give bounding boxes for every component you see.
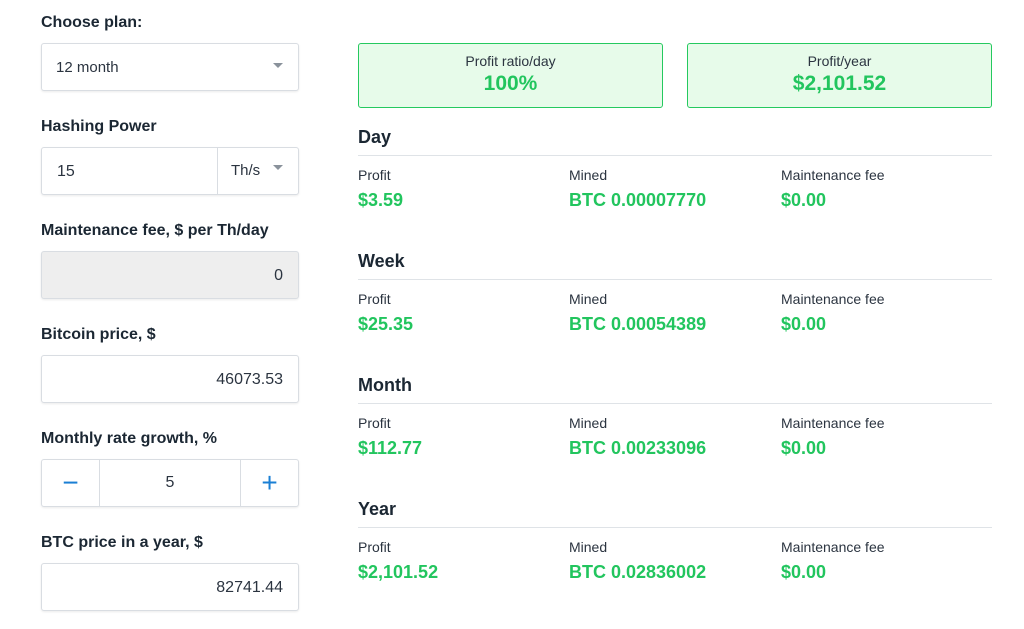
maintenance-fee-value: 0	[274, 267, 283, 284]
year-fee-value: $0.00	[781, 562, 827, 582]
hashing-label: Hashing Power	[41, 118, 157, 135]
profit-year-label: Profit/year	[807, 53, 872, 69]
profit-label: Profit	[358, 167, 391, 183]
bitcoin-price-input[interactable]: 46073.53	[41, 355, 299, 403]
decrement-button[interactable]: −	[42, 460, 100, 506]
fee-label: Maintenance fee	[781, 415, 885, 431]
year-mined-value: BTC 0.02836002	[569, 562, 707, 582]
fee-label: Maintenance fee	[781, 539, 885, 555]
profit-ratio-card: Profit ratio/day 100%	[358, 43, 663, 108]
day-profit-value: $3.59	[358, 190, 404, 210]
chevron-down-icon	[273, 165, 283, 170]
divider	[358, 279, 992, 280]
period-title-year: Year	[358, 499, 397, 519]
profit-year-card: Profit/year $2,101.52	[687, 43, 992, 108]
divider	[358, 527, 992, 528]
hashing-power-input[interactable]: 15	[57, 163, 75, 181]
mined-label: Mined	[569, 291, 608, 307]
period-title-day: Day	[358, 127, 392, 147]
plan-select-value: 12 month	[56, 59, 119, 76]
growth-input[interactable]: 5	[100, 474, 240, 492]
maintenance-label: Maintenance fee, $ per Th/day	[41, 222, 269, 239]
day-mined-value: BTC 0.00007770	[569, 190, 707, 210]
week-profit-value: $25.35	[358, 314, 414, 334]
divider	[358, 403, 992, 404]
profit-label: Profit	[358, 539, 391, 555]
divider	[358, 155, 992, 156]
month-profit-value: $112.77	[358, 438, 423, 458]
year-profit-value: $2,101.52	[358, 562, 439, 582]
mined-label: Mined	[569, 167, 608, 183]
growth-stepper: − 5 +	[41, 459, 299, 507]
day-fee-value: $0.00	[781, 190, 827, 210]
hashing-power-field: 15 Th/s	[41, 147, 299, 195]
fee-label: Maintenance fee	[781, 291, 885, 307]
profit-label: Profit	[358, 415, 391, 431]
hashing-unit-select[interactable]: Th/s	[217, 148, 298, 194]
plan-label: Choose plan:	[41, 14, 143, 31]
profit-label: Profit	[358, 291, 391, 307]
month-fee-value: $0.00	[781, 438, 827, 458]
week-fee-value: $0.00	[781, 314, 827, 334]
hashing-unit-value: Th/s	[231, 162, 261, 179]
increment-button[interactable]: +	[240, 460, 298, 506]
profit-ratio-label: Profit ratio/day	[465, 53, 556, 69]
maintenance-fee-input: 0	[41, 251, 299, 299]
profit-year-value: $2,101.52	[792, 72, 887, 95]
chevron-down-icon	[273, 63, 283, 68]
week-mined-value: BTC 0.00054389	[569, 314, 707, 334]
period-title-week: Week	[358, 251, 405, 271]
bitcoin-price-value: 46073.53	[216, 371, 283, 388]
period-title-month: Month	[358, 375, 412, 395]
btc-year-label: BTC price in a year, $	[41, 534, 203, 551]
month-mined-value: BTC 0.00233096	[569, 438, 707, 458]
btc-price-label: Bitcoin price, $	[41, 326, 156, 343]
mined-label: Mined	[569, 539, 608, 555]
profit-ratio-value: 100%	[483, 72, 538, 95]
btc-year-price-input[interactable]: 82741.44	[41, 563, 299, 611]
mined-label: Mined	[569, 415, 608, 431]
btc-year-price-value: 82741.44	[216, 579, 283, 596]
growth-label: Monthly rate growth, %	[41, 430, 217, 447]
plan-select[interactable]: 12 month	[41, 43, 299, 91]
fee-label: Maintenance fee	[781, 167, 885, 183]
